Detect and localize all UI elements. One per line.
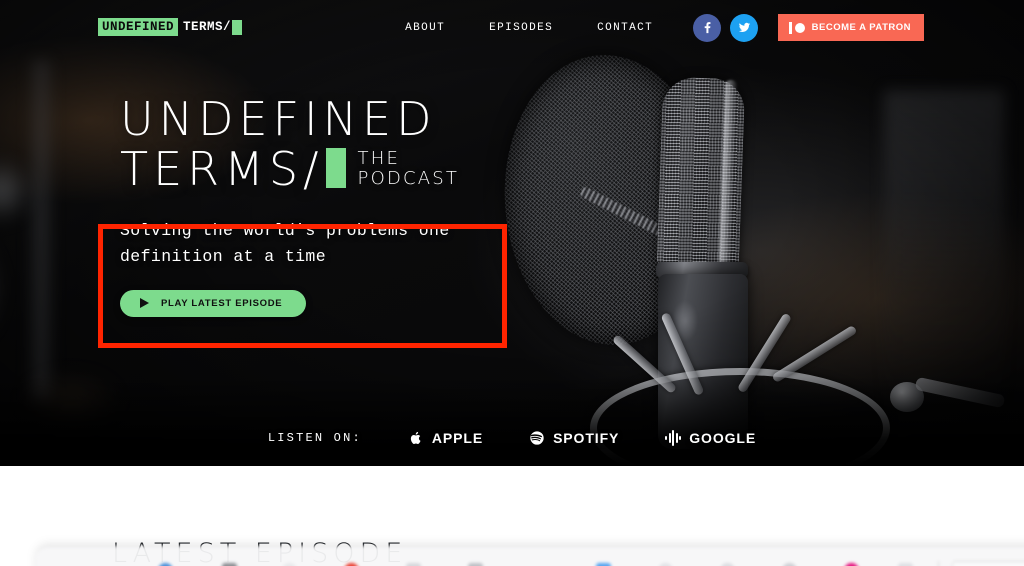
- hero-tagline-wrapper: Solving the world's problems one definit…: [120, 218, 500, 317]
- play-latest-episode-button[interactable]: PLAY LATEST EPISODE: [120, 289, 307, 317]
- nav-item-episodes[interactable]: EPISODES: [467, 22, 575, 34]
- hero-title-line-1: UNDEFINED: [120, 92, 437, 146]
- listen-on-spotify[interactable]: SPOTIFY: [529, 430, 619, 446]
- desktop-dock[interactable]: [36, 546, 1024, 566]
- logo-green-block-icon: [232, 19, 243, 35]
- site-logo[interactable]: UNDEFINED TERMS/: [98, 18, 243, 36]
- nav-item-contact[interactable]: CONTACT: [575, 22, 675, 34]
- hero-content: UNDEFINED TERMS/ THE PODCAST Solving the…: [120, 92, 500, 317]
- twitter-icon[interactable]: [730, 13, 759, 42]
- nav-item-about[interactable]: ABOUT: [383, 22, 467, 34]
- logo-highlight-text: UNDEFINED: [98, 18, 179, 36]
- hero-title-row-2: TERMS/ THE PODCAST: [120, 146, 500, 192]
- header-nav: ABOUT EPISODES CONTACT BECOME A PATRON: [383, 0, 924, 55]
- page-root: UNDEFINED TERMS/ ABOUT EPISODES CONTACT: [0, 0, 1024, 566]
- play-button-label: PLAY LATEST EPISODE: [161, 297, 283, 309]
- listen-on-google[interactable]: GOOGLE: [665, 430, 756, 446]
- hero-accent-block-icon: [325, 147, 346, 188]
- hero-subtitle-line-1: THE: [357, 147, 401, 169]
- patreon-logo-icon: [789, 21, 805, 34]
- listen-on-label: LISTEN ON:: [267, 431, 362, 445]
- apple-icon: [410, 431, 421, 445]
- listen-on-apple[interactable]: APPLE: [408, 430, 483, 446]
- spotify-icon: [530, 431, 544, 445]
- become-a-patron-button[interactable]: BECOME A PATRON: [778, 14, 924, 41]
- dock-separator: [938, 561, 939, 566]
- listen-google-label: GOOGLE: [689, 430, 757, 446]
- site-header: UNDEFINED TERMS/ ABOUT EPISODES CONTACT: [0, 0, 1024, 55]
- logo-rest-text: TERMS/: [183, 20, 232, 34]
- google-podcasts-icon: [665, 430, 682, 446]
- listen-apple-label: APPLE: [431, 430, 484, 446]
- hero-subtitle-line-2: PODCAST: [357, 167, 460, 189]
- patron-button-label: BECOME A PATRON: [811, 22, 911, 33]
- hero-subtitle: THE PODCAST: [357, 147, 460, 189]
- hero-tagline: Solving the world's problems one definit…: [120, 220, 450, 266]
- hero-bottom-fade: [0, 376, 1024, 466]
- facebook-icon[interactable]: [693, 13, 722, 42]
- listen-spotify-label: SPOTIFY: [553, 430, 620, 446]
- hero-title-line-2: TERMS/: [120, 141, 324, 196]
- listen-on-bar: LISTEN ON: APPLE SPOTIFY GOOGLE: [0, 430, 1024, 446]
- dock-window-thumbnail[interactable]: [952, 561, 1024, 566]
- play-icon: [140, 298, 149, 309]
- hero-section: UNDEFINED TERMS/ ABOUT EPISODES CONTACT: [0, 0, 1024, 466]
